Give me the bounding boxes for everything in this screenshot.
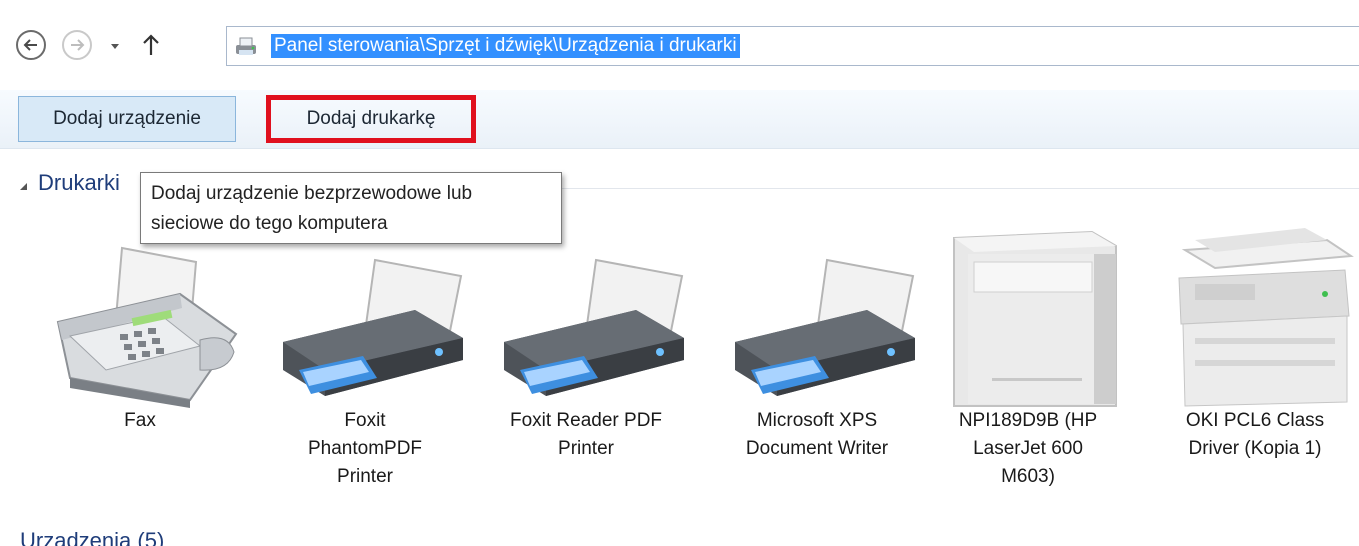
- multifunction-printer-icon: [1178, 228, 1354, 407]
- section-divider: [560, 188, 1359, 189]
- add-printer-button[interactable]: Dodaj drukarkę: [266, 95, 476, 143]
- forward-button[interactable]: [62, 30, 92, 60]
- recent-locations-button[interactable]: [106, 38, 124, 54]
- devices-and-printers-icon: [235, 35, 259, 57]
- printer-icon: [735, 258, 915, 396]
- collapse-triangle-icon[interactable]: [20, 183, 27, 190]
- arrow-up-icon: [143, 34, 159, 55]
- device-hp-laserjet[interactable]: NPI189D9B (HP LaserJet 600 M603): [918, 210, 1138, 491]
- device-microsoft-xps[interactable]: Microsoft XPS Document Writer: [707, 210, 927, 463]
- arrow-left-circle-icon: [23, 39, 37, 51]
- command-bar: Dodaj urządzenie Dodaj drukarkę: [0, 90, 1359, 149]
- device-label: OKI PCL6 Class Driver (Kopia 1): [1185, 410, 1325, 459]
- device-foxit-phantompdf[interactable]: Foxit PhantomPDF Printer: [255, 210, 475, 491]
- add-device-label: Dodaj urządzenie: [53, 108, 201, 129]
- tooltip: Dodaj urządzenie bezprzewodowe lub sieci…: [140, 172, 562, 244]
- section-title[interactable]: Drukarki: [38, 170, 120, 196]
- up-button[interactable]: [138, 30, 164, 60]
- arrow-right-circle-icon: [71, 39, 85, 51]
- device-foxit-reader-pdf[interactable]: Foxit Reader PDF Printer: [476, 210, 696, 463]
- add-device-button[interactable]: Dodaj urządzenie: [18, 96, 236, 142]
- device-label: Microsoft XPS Document Writer: [745, 410, 889, 459]
- device-label: Foxit PhantomPDF Printer: [307, 410, 423, 487]
- device-label: NPI189D9B (HP LaserJet 600 M603): [958, 410, 1098, 487]
- add-printer-label: Dodaj drukarkę: [306, 108, 436, 129]
- device-label: Foxit Reader PDF Printer: [509, 410, 663, 459]
- back-button[interactable]: [16, 30, 46, 60]
- next-section-title[interactable]: Urządzenia (5): [20, 526, 260, 546]
- laser-printer-icon: [953, 230, 1117, 407]
- device-label: Fax: [124, 410, 156, 431]
- device-oki-pcl6[interactable]: OKI PCL6 Class Driver (Kopia 1): [1145, 210, 1359, 463]
- address-bar[interactable]: Panel sterowania\Sprzęt i dźwięk\Urządze…: [226, 26, 1359, 66]
- chevron-down-icon: [111, 44, 119, 49]
- address-path[interactable]: Panel sterowania\Sprzęt i dźwięk\Urządze…: [271, 34, 740, 58]
